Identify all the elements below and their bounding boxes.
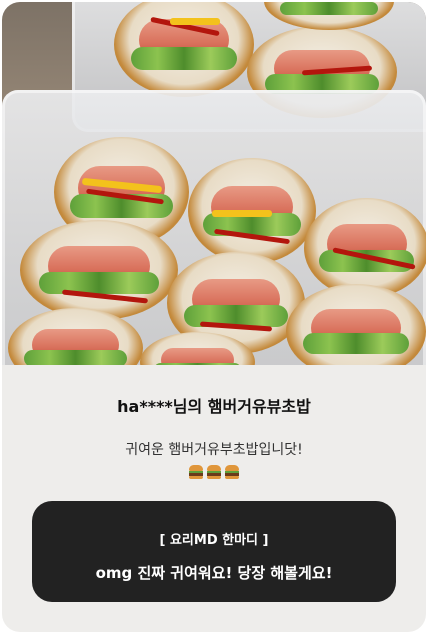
rice-roll	[304, 198, 426, 298]
cheese-slice	[212, 210, 272, 217]
hamburger-icon	[189, 465, 203, 479]
food-photo	[2, 2, 426, 365]
rice-roll	[20, 220, 178, 320]
md-comment-box: [ 요리MD 한마디 ] omg 진짜 귀여워요! 당장 해볼게요!	[32, 501, 396, 602]
hamburger-icon	[225, 465, 239, 479]
md-comment-text: omg 진짜 귀여워요! 당장 해볼게요!	[95, 564, 333, 582]
hamburger-icon	[207, 465, 221, 479]
emoji-row	[2, 465, 426, 479]
review-body: 귀여운 햄버거유부초밥입니닷!	[125, 442, 303, 458]
cheese-slice	[170, 18, 220, 25]
review-card: ha****님의 햄버거유뷰초밥 귀여운 햄버거유부초밥입니닷! [ 요리MD …	[2, 2, 426, 632]
review-title: ha****님의 햄버거유뷰초밥	[117, 397, 311, 416]
md-comment-label: [ 요리MD 한마디 ]	[159, 533, 269, 548]
